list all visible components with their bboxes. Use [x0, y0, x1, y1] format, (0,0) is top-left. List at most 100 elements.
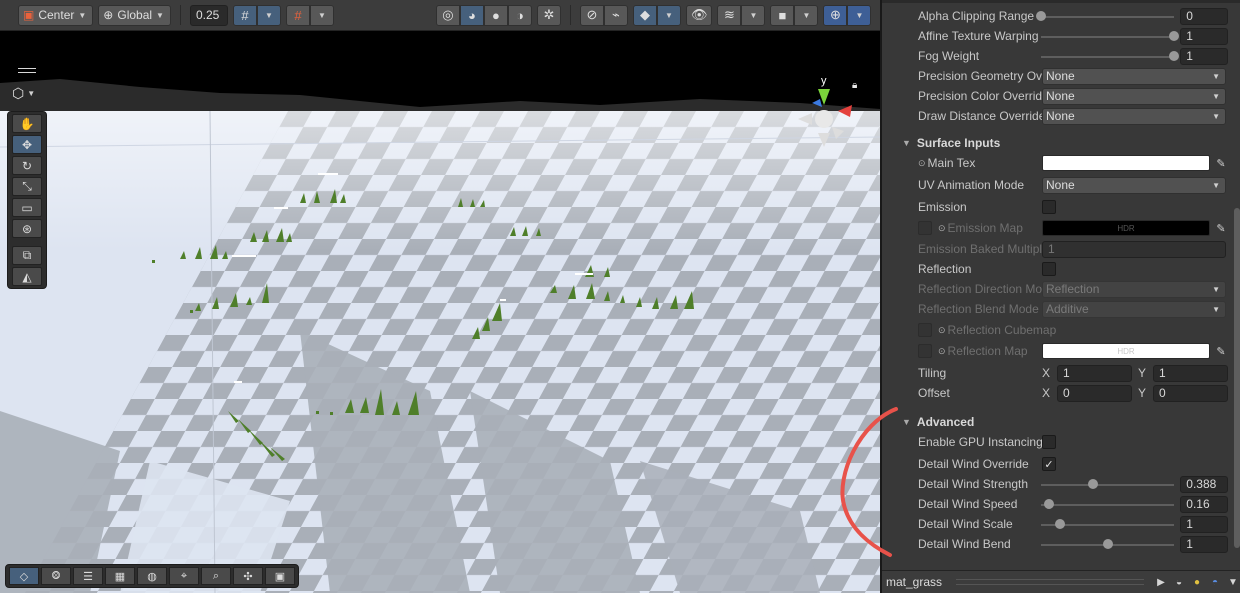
detail-wind-bend-slider[interactable]	[1041, 536, 1175, 553]
hand-tool-button[interactable]: ✋	[12, 114, 42, 133]
gizmo-z-cone[interactable]	[812, 99, 822, 107]
shaded-button[interactable]: ◕	[459, 4, 484, 26]
grid-menu-button[interactable]: ▼	[309, 4, 334, 26]
layers-menu-button[interactable]: ▼	[741, 4, 766, 26]
effects-menu-button[interactable]: ▼	[656, 4, 681, 26]
camera-menu-button[interactable]: ▼	[794, 4, 819, 26]
scene-view[interactable]: ▣ Center ▼ ⊕ Global ▼ 0.25 # ▼ # ▼ ◎ ◕ ●…	[0, 0, 880, 593]
surface-inputs-header[interactable]: ▼ Surface Inputs	[902, 134, 1000, 152]
preview-light-icon[interactable]: ●	[1188, 577, 1206, 588]
detail-wind-strength-field[interactable]: 0.388	[1180, 475, 1228, 493]
chevron-down-icon[interactable]: ▼	[1224, 577, 1240, 588]
alpha-clipping-range-slider[interactable]	[1036, 8, 1175, 25]
frame-selection-button[interactable]: ◇	[9, 567, 39, 585]
slider-track	[1041, 503, 1175, 506]
uv-animation-mode-dropdown[interactable]: None ▼	[1042, 176, 1226, 194]
terrain-button[interactable]: ▦	[105, 567, 135, 585]
detail-wind-bend-field[interactable]: 1	[1180, 535, 1228, 553]
object-picker-icon[interactable]: ⊙	[918, 158, 926, 169]
advanced-header[interactable]: ▼ Advanced	[902, 413, 974, 431]
precision-geometry-dropdown[interactable]: None ▼	[1042, 67, 1226, 85]
emission-checkbox[interactable]	[1042, 200, 1056, 214]
gizmo-neg-y-cone[interactable]	[818, 133, 830, 147]
detail-wind-scale-slider[interactable]	[1041, 516, 1175, 533]
gizmo-center[interactable]	[815, 110, 833, 128]
tiling-x-field[interactable]: 1	[1057, 364, 1132, 382]
pivot-rotation-dropdown[interactable]: ⊕ Global ▼	[98, 4, 171, 26]
reflection-checkbox[interactable]	[1042, 262, 1056, 276]
debug-draw-button[interactable]: ✲	[536, 4, 561, 26]
slider-knob[interactable]	[1087, 478, 1098, 489]
main-tex-color-swatch[interactable]	[1042, 155, 1210, 171]
precision-color-dropdown[interactable]: None ▼	[1042, 87, 1226, 105]
pivot-button[interactable]: ✣	[233, 567, 263, 585]
scale-tool-button[interactable]: ⤡	[12, 177, 42, 196]
preview-sphere-icon[interactable]: ◒	[1170, 577, 1188, 588]
custom-tool-button[interactable]: ⧉	[12, 246, 42, 265]
camera-button[interactable]: ■	[770, 4, 795, 26]
settings-button[interactable]: ☰	[73, 567, 103, 585]
gizmo-neg-z-cone[interactable]	[832, 127, 844, 139]
grid-snap-button[interactable]: #	[232, 4, 257, 26]
slider-knob[interactable]	[1044, 498, 1055, 509]
rect-tool-button[interactable]: ▭	[12, 198, 42, 217]
orientation-gizmo[interactable]: y	[790, 73, 860, 151]
enable-gpu-instancing-checkbox[interactable]	[1042, 435, 1056, 449]
detail-wind-speed-slider[interactable]	[1041, 496, 1175, 513]
layers-button[interactable]: ≋	[717, 4, 742, 26]
probe-icon: ⌖	[180, 569, 188, 582]
fog-weight-field[interactable]: 1	[1180, 47, 1228, 65]
transform-tool-button[interactable]: ⊛	[12, 219, 42, 238]
move-tool-button[interactable]: ✥	[12, 135, 42, 154]
grid-visibility-button[interactable]: #	[285, 4, 310, 26]
slider-knob[interactable]	[1102, 538, 1113, 549]
offset-x-field[interactable]: 0	[1057, 384, 1132, 402]
pivot-mode-dropdown[interactable]: ▣ Center ▼	[18, 4, 94, 26]
draw-distance-dropdown[interactable]: None ▼	[1042, 107, 1226, 125]
wireframe-button[interactable]: ◎	[435, 4, 460, 26]
preview-shape-icon[interactable]: ◓	[1206, 577, 1224, 588]
probe-button[interactable]: ⌖	[169, 567, 199, 585]
grid-snap-menu-button[interactable]: ▼	[256, 4, 281, 26]
search-button[interactable]: ⌕	[201, 567, 231, 585]
effects-button[interactable]: ◆	[632, 4, 657, 26]
sphere-button[interactable]: ◍	[137, 567, 167, 585]
slider-knob[interactable]	[1036, 10, 1047, 21]
detail-wind-strength-slider[interactable]	[1041, 476, 1175, 493]
2d-toggle-button[interactable]: ⊘	[579, 4, 604, 26]
overlay-drag-handle[interactable]	[18, 68, 36, 73]
slider-knob[interactable]	[1169, 50, 1180, 61]
eyedropper-icon[interactable]: ✎	[1214, 155, 1228, 171]
affine-texture-warping-field[interactable]: 1	[1180, 27, 1228, 45]
unlit-button[interactable]: ●	[483, 4, 508, 26]
alpha-clipping-range-field[interactable]: 0	[1180, 7, 1228, 25]
fog-weight-slider[interactable]	[1041, 48, 1180, 65]
scene-viewport[interactable]: ⬡ ▼ ✋ ✥ ↻ ⤡ ▭ ⊛ ⧉ ◭ y 🔒︎ ◇ ⨷ ☰ ▦ ◍ ⌖ ⌕ ✣…	[0, 31, 880, 593]
detail-wind-override-checkbox[interactable]: ✓	[1042, 457, 1056, 471]
tiling-y-field[interactable]: 1	[1153, 364, 1228, 382]
slider-knob[interactable]	[1054, 518, 1065, 529]
affine-texture-warping-slider[interactable]	[1041, 28, 1180, 45]
lighting-button[interactable]: ◑	[507, 4, 532, 26]
rotate-tool-button[interactable]: ↻	[12, 156, 42, 175]
gizmos-menu-button[interactable]: ▼	[847, 4, 872, 26]
terrain-tool-button[interactable]: ◭	[12, 267, 42, 286]
view-options-button[interactable]: ⬡ ▼	[12, 85, 35, 102]
snap-increment-field[interactable]: 0.25	[189, 4, 228, 26]
gizmo-neg-x-cone[interactable]	[798, 113, 812, 125]
audio-toggle-button[interactable]: ⌁	[603, 4, 628, 26]
navmesh-button[interactable]: ⨷	[41, 567, 71, 585]
offset-y-field[interactable]: 0	[1153, 384, 1228, 402]
play-icon[interactable]: ▶	[1152, 577, 1170, 588]
inspector-scrollbar[interactable]	[1234, 208, 1240, 548]
gizmos-button[interactable]: ⊕	[823, 4, 848, 26]
camera-preview-button[interactable]: ▣	[265, 567, 295, 585]
gizmo-x-cone[interactable]	[838, 105, 852, 117]
detail-wind-speed-field[interactable]: 0.16	[1180, 495, 1228, 513]
preview-resize-handle[interactable]	[956, 579, 1144, 585]
field-label: Affine Texture Warping	[918, 29, 1039, 43]
detail-wind-scale-field[interactable]: 1	[1180, 515, 1228, 533]
lock-icon[interactable]: 🔒︎	[852, 80, 857, 91]
scene-visibility-button[interactable]: 👁	[685, 4, 713, 26]
slider-knob[interactable]	[1169, 30, 1180, 41]
